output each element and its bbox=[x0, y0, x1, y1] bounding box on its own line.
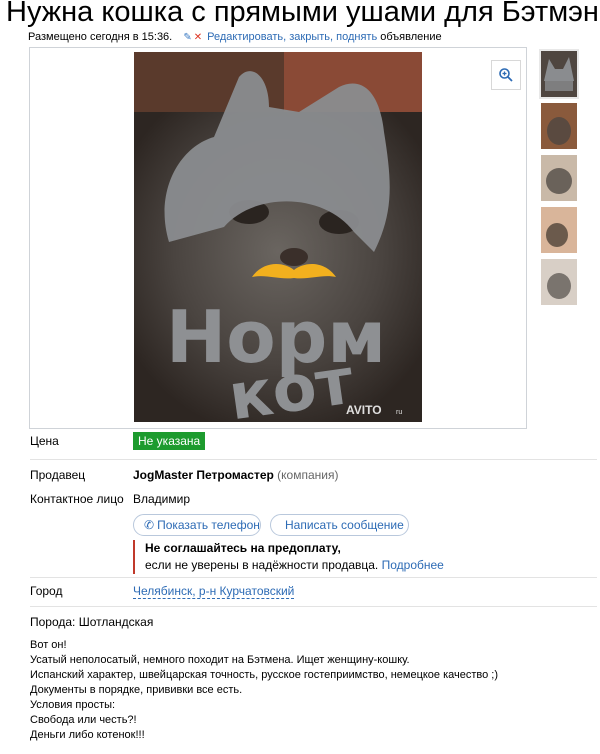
contact-label: Контактное лицо bbox=[30, 492, 124, 506]
thumbnail-list bbox=[539, 49, 579, 311]
divider bbox=[30, 459, 597, 460]
thumbnail-1[interactable] bbox=[539, 49, 579, 99]
description-line: Деньги либо котенок!!! bbox=[30, 729, 145, 741]
send-message-button[interactable]: Написать сообщение bbox=[270, 514, 409, 536]
description-line: Условия просты: bbox=[30, 699, 116, 711]
thumbnail-4[interactable] bbox=[541, 207, 577, 253]
city-label: Город bbox=[30, 584, 63, 598]
description-line: Вот он! bbox=[30, 639, 67, 651]
send-message-label: Написать сообщение bbox=[285, 518, 404, 532]
divider bbox=[30, 577, 597, 578]
seller-label: Продавец bbox=[30, 468, 86, 482]
description-line: Усатый неполосатый, немного походит на Б… bbox=[30, 654, 410, 666]
show-phone-button[interactable]: ✆ Показать телефон bbox=[133, 514, 261, 536]
avito-watermark: AVITO bbox=[346, 403, 382, 417]
warning-title: Не соглашайтесь на предоплату, bbox=[145, 541, 341, 555]
seller-type: (компания) bbox=[277, 468, 339, 482]
photo-gallery: Норм кот AVITO ru bbox=[29, 47, 527, 429]
description-line: Документы в порядке, прививки все есть. bbox=[30, 684, 243, 696]
prepayment-warning: Не соглашайтесь на предоплату, если не у… bbox=[133, 540, 444, 574]
contact-name: Владимир bbox=[133, 492, 191, 506]
seller-name[interactable]: JogMaster Петромастер bbox=[133, 468, 274, 482]
description-line: Испанский характер, швейцарская точность… bbox=[30, 669, 499, 681]
ad-meta: Размещено сегодня в 15:36. ✎ ✕ Редактиров… bbox=[28, 31, 442, 43]
close-icon: ✕ bbox=[193, 32, 203, 43]
warning-text-line: если не уверены в надёжности продавца. П… bbox=[145, 557, 444, 574]
phone-icon: ✆ bbox=[144, 518, 155, 532]
avito-watermark-suffix: ru bbox=[396, 409, 402, 416]
thumbnail-5[interactable] bbox=[541, 259, 577, 305]
ad-title: Нужна кошка с прямыми ушами для Бэтмэна bbox=[6, 0, 600, 28]
price-badge: Не указана bbox=[133, 432, 206, 450]
seller-value: JogMaster Петромастер (компания) bbox=[133, 468, 338, 482]
main-photo[interactable]: Норм кот AVITO ru bbox=[134, 52, 422, 422]
edit-ad-suffix: объявление bbox=[380, 31, 442, 43]
pencil-icon: ✎ bbox=[183, 32, 192, 43]
posted-date: Размещено сегодня в 15:36. bbox=[28, 31, 173, 43]
divider bbox=[30, 606, 597, 607]
description: Вот он! Усатый неполосатый, немного похо… bbox=[30, 638, 498, 743]
description-line: Свобода или честь?! bbox=[30, 714, 137, 726]
warning-more-link[interactable]: Подробнее bbox=[382, 558, 444, 572]
zoom-icon bbox=[499, 68, 513, 82]
city-link[interactable]: Челябинск, р-н Курчатовский bbox=[133, 584, 295, 599]
breed-text: Порода: Шотландская bbox=[30, 615, 154, 629]
edit-ad-link[interactable]: Редактировать, закрыть, поднять bbox=[207, 31, 377, 43]
price-label: Цена bbox=[30, 434, 59, 448]
show-phone-label: Показать телефон bbox=[157, 518, 260, 532]
thumbnail-2[interactable] bbox=[541, 103, 577, 149]
warning-text: если не уверены в надёжности продавца. bbox=[145, 558, 379, 572]
zoom-button[interactable] bbox=[491, 60, 521, 90]
thumbnail-3[interactable] bbox=[541, 155, 577, 201]
